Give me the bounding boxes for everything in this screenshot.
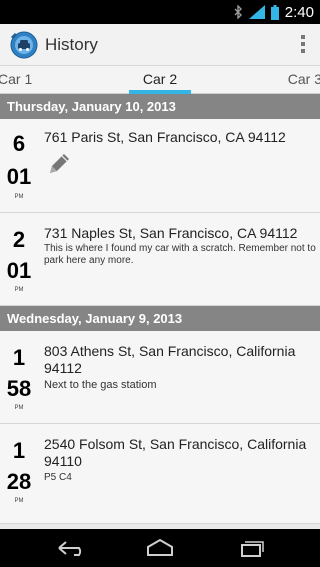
entry-minute: 28 [6,469,32,494]
entry-minute: 58 [6,376,32,401]
entry-ampm: PM [14,405,24,411]
page-title: History [45,34,98,54]
signal-icon [248,5,265,19]
recent-apps-icon[interactable] [233,537,267,559]
history-entry[interactable]: 6 01 PM 761 Paris St, San Francisco, CA … [0,119,320,213]
entry-address: 731 Naples St, San Francisco, CA 94112 [44,225,298,241]
status-time: 2:40 [284,3,314,21]
entry-note: This is where I found my car with a scra… [44,243,316,266]
car-tabs: Car 1 Car 2 Car 3 [0,66,320,94]
entry-minute: 01 [6,258,32,283]
history-screen: 2:40 History Car 1 Car 2 Car 3 Thursday,… [0,0,320,567]
entry-ampm: PM [14,498,24,504]
entry-address: 803 Athens St, San Francisco, California… [44,343,296,376]
overflow-menu-icon[interactable] [298,33,308,57]
tab-car-3[interactable]: Car 3 [288,71,320,87]
battery-icon [270,4,279,20]
entry-note: P5 C4 [44,472,72,483]
entry-hour: 1 [12,345,26,370]
bluetooth-icon [234,5,242,19]
entry-hour: 1 [12,438,26,463]
entry-ampm: PM [14,194,24,200]
entry-address: 2540 Folsom St, San Francisco, Californi… [44,436,307,469]
navigation-bar [0,529,320,567]
status-bar: 2:40 [0,0,320,24]
history-entry[interactable]: 1 58 PM 803 Athens St, San Francisco, Ca… [0,331,320,424]
history-list[interactable]: Thursday, January 10, 2013 6 01 PM 761 P… [0,94,320,529]
entry-minute: 01 [6,164,32,189]
history-entry[interactable]: 1 28 PM 2540 Folsom St, San Francisco, C… [0,424,320,524]
date-section-header: Thursday, January 10, 2013 [0,94,320,119]
pencil-icon[interactable] [46,151,72,177]
entry-hour: 6 [12,131,26,156]
home-icon[interactable] [143,537,177,559]
car-pin-icon[interactable] [9,30,39,60]
action-bar: History [0,24,320,66]
entry-ampm: PM [14,287,24,293]
tab-car-2[interactable]: Car 2 [0,71,320,87]
entry-hour: 2 [12,227,26,252]
back-icon[interactable] [55,537,89,559]
history-entry[interactable]: 2 01 PM 731 Naples St, San Francisco, CA… [0,213,320,306]
entry-note: Next to the gas statiom [44,379,157,391]
date-section-header: Wednesday, January 9, 2013 [0,306,320,331]
entry-address: 761 Paris St, San Francisco, CA 94112 [44,129,286,145]
